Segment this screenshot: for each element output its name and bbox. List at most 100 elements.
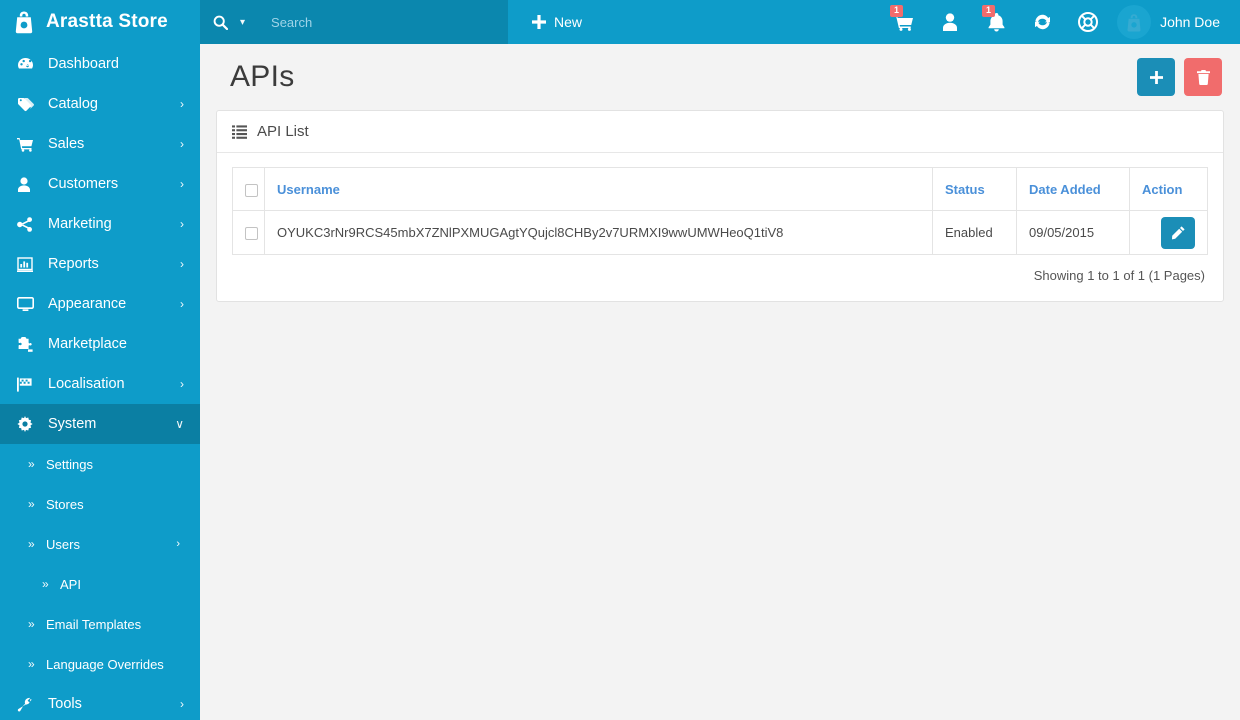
chevron-right-icon: › (180, 377, 184, 391)
double-chevron-right-icon: » (28, 617, 35, 631)
page: APIs API List Username Status Date Added… (200, 44, 1240, 302)
sidebar-nav: Dashboard Catalog › Sales › Customers › … (0, 44, 200, 720)
chevron-right-icon: › (180, 217, 184, 231)
cart-icon (17, 137, 39, 152)
panel-body: Username Status Date Added Action OYUKC3… (217, 153, 1223, 301)
double-chevron-right-icon: » (28, 657, 35, 671)
sidebar-item-marketplace[interactable]: Marketplace (0, 324, 200, 364)
add-api-button[interactable] (1137, 58, 1175, 96)
wrench-icon (17, 697, 39, 712)
user-icon (17, 176, 39, 192)
brand-name: Arastta Store (46, 11, 168, 32)
sidebar-item-appearance[interactable]: Appearance › (0, 284, 200, 324)
sidebar-subitem-label: Email Templates (46, 616, 142, 632)
chevron-right-icon: › (180, 297, 184, 311)
select-all-checkbox[interactable] (245, 183, 258, 197)
sidebar-item-localisation[interactable]: Localisation › (0, 364, 200, 404)
table-header-row: Username Status Date Added Action (232, 167, 1208, 211)
sidebar-item-email-templates[interactable]: » Email Templates (0, 604, 200, 644)
sidebar-item-label: Tools (48, 696, 82, 712)
plus-icon (1149, 70, 1163, 84)
sidebar: Arastta Store Dashboard Catalog › Sales … (0, 0, 200, 720)
sidebar-item-language-overrides[interactable]: » Language Overrides (0, 644, 200, 684)
api-table: Username Status Date Added Action OYUKC3… (232, 167, 1208, 255)
table-body: OYUKC3rNr9RCS45mbX7ZNlPXMUGAgtYQujcl8CHB… (232, 210, 1208, 255)
user-name[interactable]: John Doe (1160, 14, 1224, 30)
brand-logo-area[interactable]: Arastta Store (0, 0, 200, 44)
flag-icon (17, 377, 39, 392)
column-header-date-added[interactable]: Date Added (1016, 167, 1130, 211)
chevron-down-icon: ∨ (175, 417, 184, 431)
share-icon (17, 216, 39, 232)
list-icon (232, 124, 247, 139)
refresh-icon (1033, 13, 1052, 31)
chevron-right-icon: › (180, 177, 184, 191)
help-button[interactable] (1065, 0, 1111, 44)
cell-username: OYUKC3rNr9RCS45mbX7ZNlPXMUGAgtYQujcl8CHB… (264, 210, 933, 255)
search-icon[interactable] (213, 15, 228, 30)
search-input[interactable] (271, 14, 452, 30)
pencil-icon (1171, 225, 1185, 240)
double-chevron-right-icon: » (28, 457, 35, 471)
new-button[interactable]: New (508, 0, 598, 44)
cell-date-added: 09/05/2015 (1016, 210, 1130, 255)
panel-header: API List (217, 111, 1223, 153)
table-row: OYUKC3rNr9RCS45mbX7ZNlPXMUGAgtYQujcl8CHB… (232, 210, 1208, 255)
pagination-summary: Showing 1 to 1 of 1 (1 Pages) (1033, 268, 1205, 283)
api-list-panel: API List Username Status Date Added Acti… (216, 110, 1224, 302)
sidebar-item-sales[interactable]: Sales › (0, 124, 200, 164)
sidebar-item-marketing[interactable]: Marketing › (0, 204, 200, 244)
select-all-header (232, 167, 265, 211)
sidebar-item-tools[interactable]: Tools › (0, 684, 200, 720)
account-button[interactable] (927, 0, 973, 44)
sidebar-item-label: Appearance (48, 296, 127, 312)
cart-badge: 1 (890, 5, 904, 17)
sidebar-subitem-label: Users (46, 536, 80, 552)
chevron-right-icon: › (176, 538, 180, 550)
delete-api-button[interactable] (1184, 58, 1222, 96)
sidebar-item-system[interactable]: System ∨ (0, 404, 200, 444)
double-chevron-right-icon: » (28, 537, 35, 551)
double-chevron-right-icon: » (42, 577, 49, 591)
sidebar-item-dashboard[interactable]: Dashboard (0, 44, 200, 84)
search-area[interactable]: ▾ (200, 0, 508, 44)
column-header-status[interactable]: Status (932, 167, 1017, 211)
refresh-button[interactable] (1019, 0, 1065, 44)
sidebar-item-customers[interactable]: Customers › (0, 164, 200, 204)
panel-title: API List (257, 123, 309, 140)
cell-status: Enabled (932, 210, 1017, 255)
tag-icon (17, 97, 39, 112)
desktop-icon (17, 296, 39, 312)
topbar-tools: 1 1 John Doe (881, 0, 1240, 44)
chevron-down-icon[interactable]: ▾ (240, 17, 245, 28)
bar-chart-icon (17, 256, 39, 272)
arastta-bag-logo-icon (1126, 13, 1142, 32)
sidebar-subitem-label: Settings (46, 456, 93, 472)
chevron-right-icon: › (180, 137, 184, 151)
cart-button[interactable]: 1 (881, 0, 927, 44)
page-title: APIs (230, 60, 295, 93)
sidebar-item-catalog[interactable]: Catalog › (0, 84, 200, 124)
avatar[interactable] (1117, 5, 1152, 39)
sidebar-item-api[interactable]: » API (0, 564, 200, 604)
sidebar-item-reports[interactable]: Reports › (0, 244, 200, 284)
user-icon (942, 13, 958, 31)
trash-icon (1196, 69, 1210, 85)
topbar: ▾ New 1 (200, 0, 1240, 44)
column-header-action: Action (1129, 167, 1208, 211)
new-button-label: New (554, 14, 583, 30)
plus-icon (532, 15, 546, 29)
chevron-right-icon: › (180, 697, 184, 711)
sidebar-item-settings[interactable]: » Settings (0, 444, 200, 484)
sidebar-item-users[interactable]: » Users › (0, 524, 200, 564)
chevron-right-icon: › (180, 257, 184, 271)
notifications-button[interactable]: 1 (973, 0, 1019, 44)
sidebar-item-stores[interactable]: » Stores (0, 484, 200, 524)
row-checkbox[interactable] (245, 227, 258, 241)
puzzle-icon (17, 336, 39, 352)
edit-row-button[interactable] (1161, 216, 1195, 249)
chevron-right-icon: › (180, 97, 184, 111)
sidebar-item-label: System (48, 416, 97, 432)
column-header-username[interactable]: Username (264, 167, 933, 211)
app-root: Arastta Store Dashboard Catalog › Sales … (0, 0, 1240, 720)
